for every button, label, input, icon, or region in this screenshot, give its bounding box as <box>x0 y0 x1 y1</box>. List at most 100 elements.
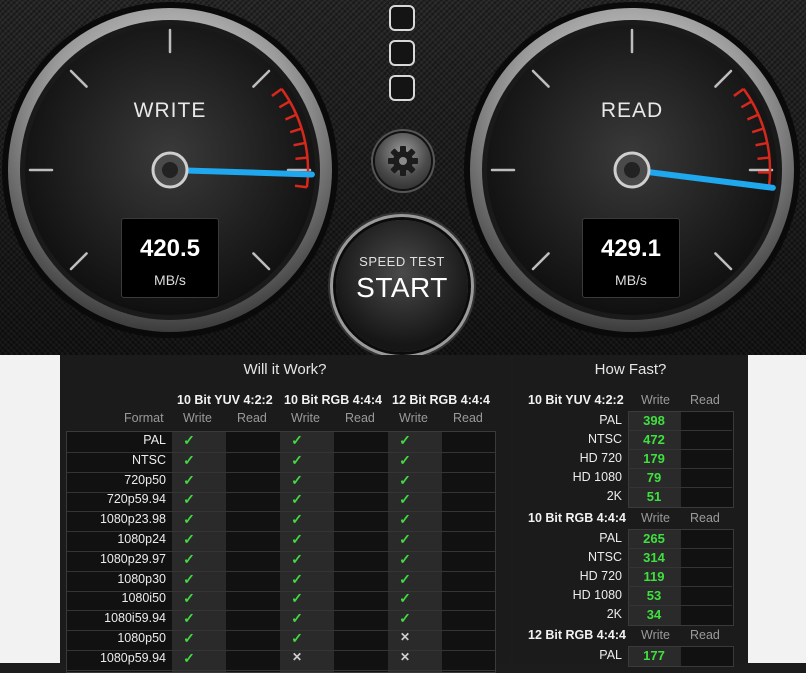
drive-slot-icon <box>389 40 415 66</box>
row-divider <box>628 449 732 450</box>
read-column-header: Read <box>345 411 375 425</box>
write-speed-value: 420.5 <box>122 235 218 263</box>
speed-format-label: PAL <box>520 648 622 662</box>
read-column-header: Read <box>453 411 483 425</box>
read-column-header: Read <box>690 628 720 642</box>
write-speed-cell: 51 <box>628 489 680 504</box>
checkmark-icon: ✓ <box>287 571 307 588</box>
how-fast-title: How Fast? <box>513 361 748 378</box>
write-speed-cell: 79 <box>628 470 680 485</box>
speed-format-label: HD 1080 <box>520 588 622 602</box>
read-column-header: Read <box>237 411 267 425</box>
checkmark-icon: ✓ <box>395 571 415 588</box>
gear-icon <box>383 141 423 181</box>
speed-format-label: NTSC <box>520 550 622 564</box>
checkmark-icon: ✓ <box>287 610 307 627</box>
write-column-header: Write <box>641 393 670 407</box>
format-label: 1080i59.94 <box>60 611 166 625</box>
checkmark-icon: ✓ <box>287 432 307 449</box>
read-gauge: READ 429.1 MB/s <box>462 0 802 340</box>
checkmark-icon: ✓ <box>395 590 415 607</box>
write-speed-cell: 472 <box>628 432 680 447</box>
checkmark-icon: ✓ <box>395 531 415 548</box>
write-column-header: Write <box>399 411 428 425</box>
speed-format-label: NTSC <box>520 432 622 446</box>
speed-format-label: HD 1080 <box>520 470 622 484</box>
group-header: 10 Bit YUV 4:2:2 <box>177 393 273 407</box>
read-speed-value: 429.1 <box>583 235 679 263</box>
redline-tick <box>295 158 307 159</box>
write-column-header: Write <box>641 628 670 642</box>
checkmark-icon: ✓ <box>179 571 199 588</box>
checkmark-icon: ✓ <box>395 432 415 449</box>
row-divider <box>628 567 732 568</box>
checkmark-icon: ✓ <box>287 531 307 548</box>
write-column-header: Write <box>291 411 320 425</box>
read-column-header: Read <box>690 393 720 407</box>
row-divider <box>67 670 495 671</box>
checkmark-icon: ✓ <box>179 432 199 449</box>
row-divider <box>628 468 732 469</box>
checkmark-icon: ✓ <box>287 472 307 489</box>
checkmark-icon: ✓ <box>395 472 415 489</box>
write-speed-cell: 119 <box>628 569 680 584</box>
write-speed-cell: 53 <box>628 588 680 603</box>
checkmark-icon: ✓ <box>395 491 415 508</box>
checkmark-icon: ✓ <box>179 650 199 667</box>
speed-test-label: SPEED TEST <box>336 254 468 269</box>
x-icon: ✕ <box>287 650 307 664</box>
checkmark-icon: ✓ <box>179 630 199 647</box>
format-label: NTSC <box>60 453 166 467</box>
format-label: 720p59.94 <box>60 492 166 506</box>
row-divider <box>628 586 732 587</box>
group-header: 10 Bit RGB 4:4:4 <box>284 393 382 407</box>
speed-group-header: 10 Bit RGB 4:4:4 <box>528 511 626 525</box>
checkmark-icon: ✓ <box>287 630 307 647</box>
settings-button[interactable] <box>375 133 431 189</box>
group-header: 12 Bit RGB 4:4:4 <box>392 393 490 407</box>
format-label: 1080p23.98 <box>60 512 166 526</box>
format-label: 1080p30 <box>60 572 166 586</box>
write-column-header: Write <box>183 411 212 425</box>
write-speed-cell: 398 <box>628 413 680 428</box>
format-label: 1080p24 <box>60 532 166 546</box>
start-label: START <box>336 272 468 304</box>
checkmark-icon: ✓ <box>287 491 307 508</box>
speed-format-label: HD 720 <box>520 569 622 583</box>
checkmark-icon: ✓ <box>179 452 199 469</box>
checkmark-icon: ✓ <box>287 511 307 528</box>
write-speed-cell: 314 <box>628 550 680 565</box>
checkmark-icon: ✓ <box>395 551 415 568</box>
write-speed-cell: 265 <box>628 531 680 546</box>
checkmark-icon: ✓ <box>179 491 199 508</box>
write-speed-unit: MB/s <box>122 272 218 288</box>
checkmark-icon: ✓ <box>287 551 307 568</box>
format-label: PAL <box>60 433 166 447</box>
write-gauge: WRITE 420.5 MB/s <box>0 0 340 340</box>
row-divider <box>628 430 732 431</box>
checkmark-icon: ✓ <box>179 472 199 489</box>
drive-slot-icon <box>389 75 415 101</box>
checkmark-icon: ✓ <box>179 610 199 627</box>
read-speed-unit: MB/s <box>583 272 679 288</box>
will-it-work-title: Will it Work? <box>60 361 510 378</box>
speed-format-label: 2K <box>520 607 622 621</box>
format-label: 1080p29.97 <box>60 552 166 566</box>
write-speed-cell: 34 <box>628 607 680 622</box>
read-gauge-title: READ <box>462 99 802 123</box>
start-speed-test-button[interactable]: SPEED TEST START <box>336 220 468 352</box>
row-divider <box>628 487 732 488</box>
checkmark-icon: ✓ <box>179 551 199 568</box>
speed-group-header: 12 Bit RGB 4:4:4 <box>528 628 626 642</box>
checkmark-icon: ✓ <box>179 531 199 548</box>
checkmark-icon: ✓ <box>395 610 415 627</box>
x-icon: ✕ <box>395 650 415 664</box>
write-column-header: Write <box>641 511 670 525</box>
speed-format-label: HD 720 <box>520 451 622 465</box>
speed-format-label: PAL <box>520 413 622 427</box>
speed-format-label: PAL <box>520 531 622 545</box>
write-readout: 420.5 MB/s <box>121 218 219 298</box>
checkmark-icon: ✓ <box>179 590 199 607</box>
redline-tick <box>295 186 307 188</box>
redline-tick <box>757 158 769 159</box>
